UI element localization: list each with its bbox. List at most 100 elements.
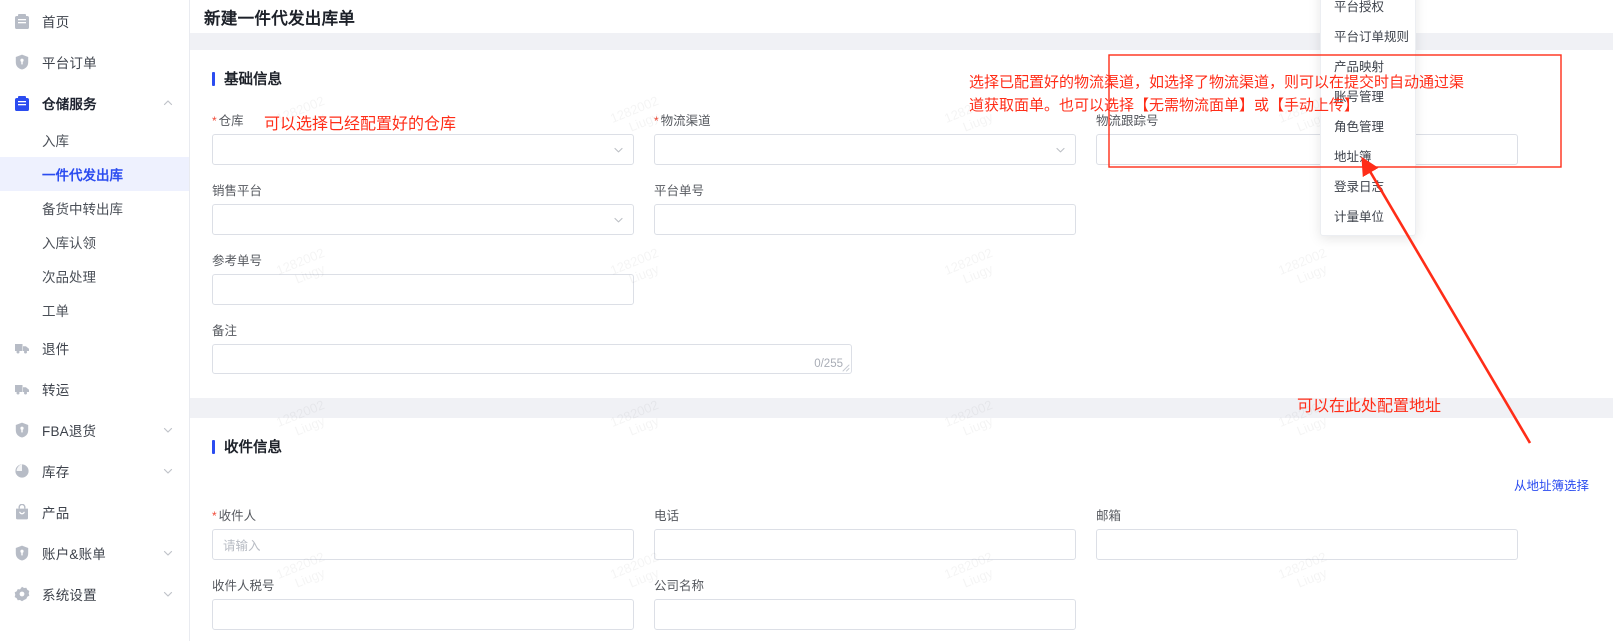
- sidebar-item-label: 仓储服务: [42, 96, 97, 112]
- bag-icon: [14, 503, 30, 520]
- chevron-up-icon[interactable]: [163, 98, 173, 108]
- platform-order-no-input[interactable]: [654, 204, 1076, 235]
- menu-item-role-management[interactable]: 角色管理: [1321, 110, 1415, 140]
- tracking-no-field: 物流跟踪号: [1096, 111, 1538, 165]
- app-root: 首页 平台订单 仓储服务 入库 一件代发出库 备货中转出库 入库认领 次品处理 …: [0, 0, 1613, 641]
- clipboard-icon: [14, 13, 30, 29]
- menu-item-platform-auth[interactable]: 平台授权: [1321, 0, 1415, 20]
- menu-item-login-log[interactable]: 登录日志: [1321, 170, 1415, 200]
- gear-icon: [14, 586, 30, 602]
- tax-no-label: 收件人税号: [212, 578, 275, 593]
- sidebar-sub-label: 入库: [42, 134, 69, 149]
- remark-textarea[interactable]: 0/255: [212, 344, 852, 374]
- tracking-no-input[interactable]: [1096, 134, 1518, 165]
- sidebar-item-label: 平台订单: [42, 55, 97, 71]
- reference-no-label: 参考单号: [212, 253, 263, 268]
- chevron-down-icon: [1055, 144, 1066, 155]
- menu-item-account-management[interactable]: 账号管理: [1321, 80, 1415, 110]
- sidebar-item-stock-transfer-outbound[interactable]: 备货中转出库: [0, 191, 189, 225]
- receiver-row-2: 收件人税号 公司名称: [212, 576, 1591, 630]
- sidebar-item-inbound[interactable]: 入库: [0, 123, 189, 157]
- select-from-address-book-link[interactable]: 从地址簿选择: [1514, 475, 1589, 494]
- panel-gap-2: [190, 398, 1613, 418]
- remark-field: 备注 0/255: [212, 321, 874, 374]
- platform-order-no-label: 平台单号: [654, 183, 705, 198]
- tax-no-input[interactable]: [212, 599, 634, 630]
- chevron-down-icon[interactable]: [163, 425, 173, 435]
- menu-item-label: 角色管理: [1334, 119, 1385, 134]
- sales-platform-label: 销售平台: [212, 183, 263, 198]
- truck-icon: [14, 340, 30, 356]
- sidebar-item-account-billing[interactable]: 账户&账单: [0, 532, 189, 573]
- receiver-info-panel: 收件信息 从地址簿选择 收件人 请输入 电话 邮箱: [190, 418, 1613, 641]
- sidebar-sub-label: 备货中转出库: [42, 202, 123, 217]
- sidebar-sub-label: 次品处理: [42, 270, 96, 285]
- reference-no-field: 参考单号: [212, 251, 654, 305]
- email-field: 邮箱: [1096, 506, 1538, 560]
- chevron-down-icon[interactable]: [163, 589, 173, 599]
- sidebar-item-products[interactable]: 产品: [0, 491, 189, 532]
- menu-item-label: 账号管理: [1334, 89, 1385, 104]
- sidebar: 首页 平台订单 仓储服务 入库 一件代发出库 备货中转出库 入库认领 次品处理 …: [0, 0, 190, 641]
- receiver-info-title: 收件信息: [212, 436, 1591, 457]
- platform-order-no-field: 平台单号: [654, 181, 1096, 235]
- sidebar-item-dropship-outbound[interactable]: 一件代发出库: [0, 157, 189, 191]
- menu-item-label: 计量单位: [1334, 209, 1385, 224]
- menu-item-measurement-unit[interactable]: 计量单位: [1321, 200, 1415, 230]
- warehouse-select[interactable]: [212, 134, 634, 165]
- email-input[interactable]: [1096, 529, 1518, 560]
- resize-grip-icon[interactable]: [841, 363, 850, 372]
- menu-item-platform-order-rules[interactable]: 平台订单规则: [1321, 20, 1415, 50]
- sidebar-sub-label: 入库认领: [42, 236, 96, 251]
- remark-textarea-wrap: 0/255: [212, 344, 852, 374]
- sidebar-item-platform-orders[interactable]: 平台订单: [0, 41, 189, 82]
- truck-icon: [14, 381, 30, 397]
- receiver-name-input[interactable]: 请输入: [212, 529, 634, 560]
- sidebar-item-system-settings[interactable]: 系统设置: [0, 573, 189, 614]
- phone-input[interactable]: [654, 529, 1076, 560]
- sidebar-item-home[interactable]: 首页: [0, 0, 189, 41]
- menu-item-label: 平台订单规则: [1334, 29, 1410, 44]
- reference-no-input[interactable]: [212, 274, 634, 305]
- menu-item-address-book[interactable]: 地址簿: [1321, 140, 1415, 170]
- shield-icon: [14, 422, 30, 438]
- clipboard-active-icon: [14, 95, 30, 111]
- page-title: 新建一件代发出库单: [204, 9, 356, 28]
- chevron-down-icon[interactable]: [163, 548, 173, 558]
- sidebar-sub-label: 工单: [42, 304, 69, 319]
- company-name-input[interactable]: [654, 599, 1076, 630]
- shield-icon: [14, 545, 30, 561]
- chevron-down-icon: [613, 144, 624, 155]
- sidebar-item-warehouse-service[interactable]: 仓储服务: [0, 82, 189, 123]
- phone-field: 电话: [654, 506, 1096, 560]
- address-book-link-row: 从地址簿选择: [212, 475, 1591, 494]
- sidebar-item-inbound-claim[interactable]: 入库认领: [0, 225, 189, 259]
- basic-row-3: 参考单号: [212, 251, 1591, 305]
- receiver-name-field: 收件人 请输入: [212, 506, 654, 560]
- sidebar-sub-label: 一件代发出库: [42, 168, 123, 183]
- remark-counter: 0/255: [814, 358, 843, 370]
- menu-item-product-mapping[interactable]: 产品映射: [1321, 50, 1415, 80]
- sidebar-item-work-order[interactable]: 工单: [0, 293, 189, 327]
- system-settings-dropdown-menu: 平台授权 平台订单规则 产品映射 账号管理 角色管理 地址簿 登录日志 计量单位: [1320, 0, 1416, 236]
- sidebar-item-fba-returns[interactable]: FBA退货: [0, 409, 189, 450]
- logistics-channel-select[interactable]: [654, 134, 1076, 165]
- receiver-name-label: 收件人: [212, 506, 634, 523]
- sidebar-item-defect-handling[interactable]: 次品处理: [0, 259, 189, 293]
- spacer-field-2: [1096, 576, 1538, 630]
- warehouse-label: 仓库: [212, 111, 634, 128]
- chevron-down-icon[interactable]: [163, 466, 173, 476]
- sidebar-item-returns[interactable]: 退件: [0, 327, 189, 368]
- chevron-down-icon: [613, 214, 624, 225]
- sidebar-item-label: 账户&账单: [42, 546, 107, 562]
- sidebar-item-label: 系统设置: [42, 587, 97, 603]
- menu-item-label: 登录日志: [1334, 179, 1385, 194]
- sales-platform-select[interactable]: [212, 204, 634, 235]
- sidebar-item-transshipment[interactable]: 转运: [0, 368, 189, 409]
- tracking-no-label: 物流跟踪号: [1096, 113, 1159, 128]
- tax-no-field: 收件人税号: [212, 576, 654, 630]
- phone-label: 电话: [654, 508, 680, 523]
- company-name-label: 公司名称: [654, 578, 705, 593]
- sidebar-item-inventory[interactable]: 库存: [0, 450, 189, 491]
- sidebar-item-label: 库存: [42, 464, 70, 480]
